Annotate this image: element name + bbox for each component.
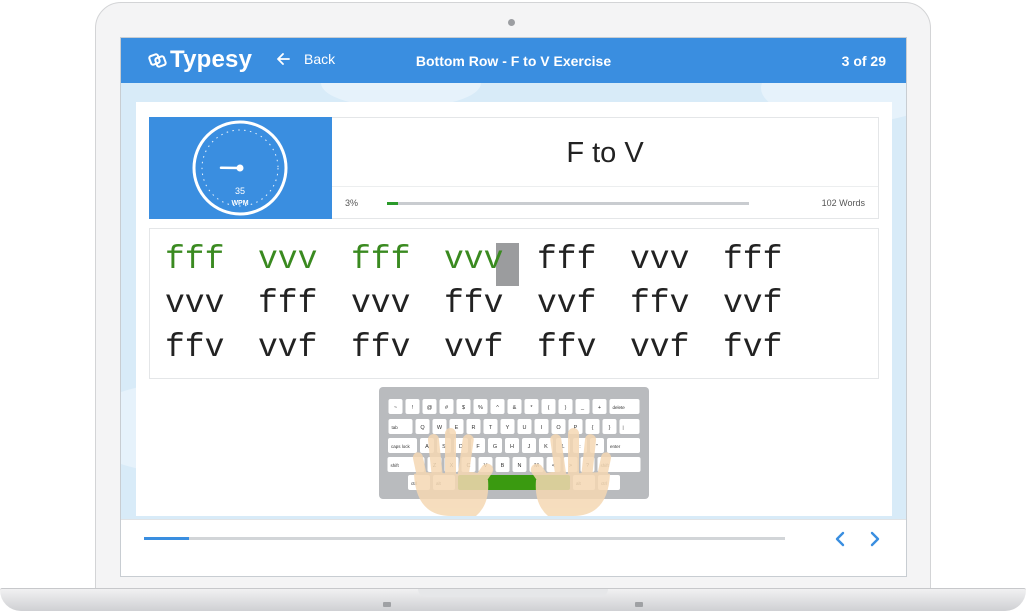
lesson-header: F to V 3% 102 Words: [332, 117, 879, 219]
top-bar: Typesy Back Bottom Row - F to V Exercise…: [121, 38, 906, 83]
hands-illustration: [412, 428, 612, 516]
keyboard-key-label: |: [623, 425, 624, 430]
keyboard-key-label: ): [565, 405, 567, 411]
laptop-foot: [635, 602, 643, 607]
next-button[interactable]: [864, 528, 886, 550]
typing-line: ffv vvf ffv vvf ffv vvf fvf: [165, 329, 816, 369]
keyboard-key-label: delete: [613, 405, 626, 410]
typing-word: ffv: [630, 285, 690, 322]
typing-word: fff: [723, 241, 783, 278]
typing-word: vvf: [444, 329, 504, 366]
laptop-foot: [383, 602, 391, 607]
typing-word: vvv: [165, 285, 225, 322]
chevron-left-icon: [835, 531, 845, 547]
divider: [332, 186, 878, 187]
chevron-right-icon: [870, 531, 880, 547]
typing-word: fff: [537, 241, 597, 278]
keyboard-key-label: @: [427, 405, 433, 411]
bottom-bar: [121, 519, 906, 576]
keyboard-key-label: +: [598, 405, 601, 411]
typing-line: fff vvv fff vvv fff vvv fff: [165, 241, 816, 281]
speedometer-gauge: 35 WPM: [192, 120, 288, 216]
typing-word: vvv: [444, 241, 504, 278]
course-progress-bar: [144, 537, 785, 540]
app-screen: Typesy Back Bottom Row - F to V Exercise…: [120, 37, 907, 577]
typing-word: vvf: [258, 329, 318, 366]
exercise-card: 35 WPM F to V 3% 102 Words fff vvv fff vvv f…: [136, 102, 892, 516]
speed-unit: WPM: [231, 200, 248, 207]
exercise-title: Bottom Row - F to V Exercise: [415, 53, 612, 69]
keyboard-key-label: (: [548, 405, 550, 411]
typing-word: ffv: [444, 285, 504, 322]
typing-word: vvf: [723, 285, 783, 322]
typing-word: fff: [165, 241, 225, 278]
keyboard-key-label: %: [478, 405, 483, 411]
page-counter: 3 of 29: [841, 53, 886, 69]
keyboard-key-label: ^: [496, 405, 499, 411]
typing-word: fff: [351, 241, 411, 278]
typing-line: vvv fff vvv ffv vvf ffv vvf: [165, 285, 816, 325]
course-progress-fill: [144, 537, 189, 540]
word-count: 102 Words: [821, 198, 865, 208]
previous-button[interactable]: [829, 528, 851, 550]
keyboard-key-label: ~: [394, 405, 397, 411]
keyboard-key-label: tab: [392, 425, 399, 430]
typing-word: vvf: [537, 285, 597, 322]
typing-word: ffv: [537, 329, 597, 366]
typing-word: ffv: [165, 329, 225, 366]
lesson-title: F to V: [566, 137, 644, 169]
typing-word: fff: [258, 285, 318, 322]
typing-word: vvf: [630, 329, 690, 366]
laptop-base-notch: [418, 589, 608, 597]
lesson-progress-bar: [387, 202, 749, 205]
exercise-stage: 35 WPM F to V 3% 102 Words fff vvv fff vvv f…: [121, 83, 906, 519]
typing-word: vvv: [258, 241, 318, 278]
keyboard-key-label: &: [513, 405, 517, 411]
lesson-progress-fill: [387, 202, 398, 205]
camera-dot: [508, 19, 515, 26]
typing-text-area[interactable]: fff vvv fff vvv fff vvv fff vvv fff vvv ffv vvf ffv v…: [149, 228, 879, 379]
typing-word: vvv: [351, 285, 411, 322]
speed-panel: 35 WPM: [149, 117, 332, 219]
typing-word: fvf: [723, 329, 783, 366]
keyboard-key-label: shift: [391, 463, 400, 468]
typing-word: vvv: [630, 241, 690, 278]
speed-value: 35: [235, 186, 245, 196]
typing-word: ffv: [351, 329, 411, 366]
keyboard-key-label: $: [462, 405, 465, 411]
progress-percent: 3%: [345, 198, 359, 208]
